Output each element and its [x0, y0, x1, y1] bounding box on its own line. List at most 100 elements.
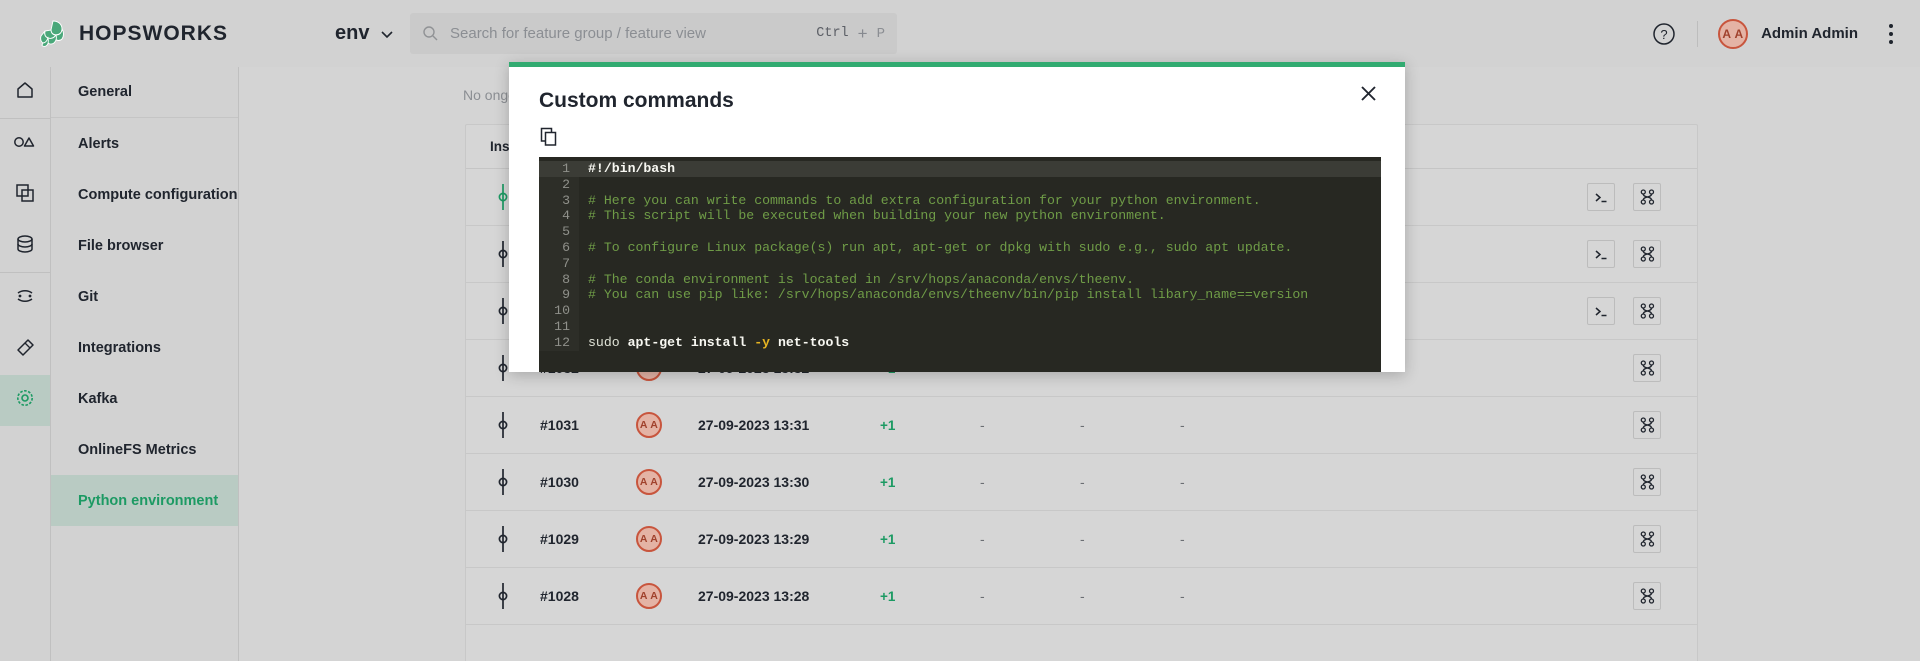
sidebar-item-compute-configuration[interactable]: Compute configuration — [51, 169, 238, 220]
row-avatar: A A — [636, 469, 698, 495]
git-commands-button[interactable] — [1633, 582, 1661, 610]
sidebar-item-label: Compute configuration — [78, 187, 238, 203]
row-col1: - — [980, 588, 1080, 604]
terminal-button[interactable] — [1587, 297, 1615, 325]
table-row[interactable]: #1030A A27-09-2023 13:30+1--- — [466, 454, 1697, 511]
git-commands-button[interactable] — [1633, 525, 1661, 553]
code-line-number: 12 — [539, 335, 579, 351]
sidebar-item-label: Alerts — [78, 136, 119, 152]
code-line-text — [579, 303, 588, 319]
code-line: 12sudo apt-get install -y net-tools — [539, 335, 1381, 351]
git-commands-button[interactable] — [1633, 297, 1661, 325]
env-selector[interactable]: env — [335, 22, 395, 45]
code-line-text: #!/bin/bash — [579, 161, 675, 177]
code-line-number: 8 — [539, 272, 579, 288]
row-actions — [1587, 582, 1697, 610]
compute-icon — [14, 182, 36, 209]
code-line: 10 — [539, 303, 1381, 319]
tools-icon — [14, 336, 36, 363]
table-row[interactable]: #1031A A27-09-2023 13:31+1--- — [466, 397, 1697, 454]
code-line-text — [579, 224, 588, 240]
rail-item-database[interactable] — [0, 221, 50, 272]
sidebar-item-integrations[interactable]: Integrations — [51, 322, 238, 373]
terminal-button[interactable] — [1587, 183, 1615, 211]
rail-item-settings[interactable] — [0, 375, 50, 426]
rail-item-git[interactable] — [0, 273, 50, 324]
row-avatar: A A — [636, 412, 698, 438]
sidebar-item-onlinefs-metrics[interactable]: OnlineFS Metrics — [51, 424, 238, 475]
row-col1: - — [980, 474, 1080, 490]
git-commands-button[interactable] — [1633, 354, 1661, 382]
git-commands-button[interactable] — [1633, 240, 1661, 268]
search-input[interactable]: Search for feature group / feature view … — [410, 13, 897, 54]
rail-item-alerts[interactable] — [0, 119, 50, 170]
sidebar-item-label: Python environment — [78, 493, 218, 509]
shortcut-ctrl: Ctrl — [816, 26, 848, 41]
git-commands-button[interactable] — [1633, 411, 1661, 439]
code-line: 8# The conda environment is located in /… — [539, 272, 1381, 288]
sidebar-item-python-environment[interactable]: Python environment — [51, 475, 238, 526]
sidebar-item-label: Kafka — [78, 391, 118, 407]
home-icon — [14, 79, 36, 106]
database-icon — [14, 233, 36, 260]
row-actions — [1587, 297, 1697, 325]
sidebar-item-alerts[interactable]: Alerts — [51, 118, 238, 169]
sidebar: General Alerts Compute configuration Fil… — [51, 67, 239, 661]
code-line: 1#!/bin/bash — [539, 161, 1381, 177]
branch-icon — [466, 412, 540, 438]
git-commands-button[interactable] — [1633, 468, 1661, 496]
table-row[interactable]: #1028A A27-09-2023 13:28+1--- — [466, 568, 1697, 625]
sidebar-item-git[interactable]: Git — [51, 271, 238, 322]
table-row[interactable]: #1029A A27-09-2023 13:29+1--- — [466, 511, 1697, 568]
row-col1: - — [980, 531, 1080, 547]
row-col2: - — [1080, 588, 1180, 604]
avatar[interactable]: A A — [1718, 19, 1748, 49]
row-date: 27-09-2023 13:30 — [698, 474, 880, 490]
code-line-number: 2 — [539, 177, 579, 193]
divider — [1697, 21, 1698, 47]
row-date: 27-09-2023 13:29 — [698, 531, 880, 547]
git-commands-button[interactable] — [1633, 183, 1661, 211]
row-col2: - — [1080, 474, 1180, 490]
row-plus-count: +1 — [880, 532, 980, 547]
row-col3: - — [1180, 474, 1280, 490]
env-selector-label: env — [335, 22, 369, 45]
custom-commands-code-block[interactable]: 1#!/bin/bash23# Here you can write comma… — [539, 157, 1381, 372]
row-col3: - — [1180, 531, 1280, 547]
git-icon — [14, 285, 36, 312]
rail-item-compute[interactable] — [0, 170, 50, 221]
row-id: #1031 — [540, 417, 636, 433]
code-line-text: # The conda environment is located in /s… — [579, 272, 1134, 288]
row-col3: - — [1180, 417, 1280, 433]
rail-item-tools[interactable] — [0, 324, 50, 375]
code-line-number: 6 — [539, 240, 579, 256]
sidebar-item-label: OnlineFS Metrics — [78, 442, 196, 458]
brand-logo[interactable]: HOPSWORKS — [38, 19, 228, 49]
sidebar-item-kafka[interactable]: Kafka — [51, 373, 238, 424]
terminal-button[interactable] — [1587, 240, 1615, 268]
branch-icon — [466, 526, 540, 552]
alerts-icon — [13, 133, 37, 156]
code-line-number: 7 — [539, 256, 579, 272]
sidebar-item-file-browser[interactable]: File browser — [51, 220, 238, 271]
sidebar-item-general[interactable]: General — [51, 67, 238, 118]
more-options-icon[interactable] — [1880, 21, 1902, 47]
copy-icon[interactable] — [539, 127, 559, 147]
sidebar-item-label: General — [78, 84, 132, 100]
row-actions — [1587, 240, 1697, 268]
action-placeholder — [1587, 525, 1615, 553]
top-bar-right: ? A A Admin Admin — [1651, 0, 1902, 67]
top-bar: HOPSWORKS env Search for feature group /… — [0, 0, 1920, 67]
action-placeholder — [1587, 582, 1615, 610]
row-avatar: A A — [636, 583, 698, 609]
branch-icon — [466, 469, 540, 495]
row-col1: - — [980, 417, 1080, 433]
rail-item-home[interactable] — [0, 67, 50, 118]
help-icon[interactable]: ? — [1651, 21, 1677, 47]
code-line-text — [579, 256, 588, 272]
code-line-text: # Here you can write commands to add ext… — [579, 193, 1261, 209]
action-placeholder — [1587, 354, 1615, 382]
row-col3: - — [1180, 588, 1280, 604]
close-icon[interactable] — [1355, 80, 1381, 106]
chevron-down-icon — [379, 26, 395, 42]
